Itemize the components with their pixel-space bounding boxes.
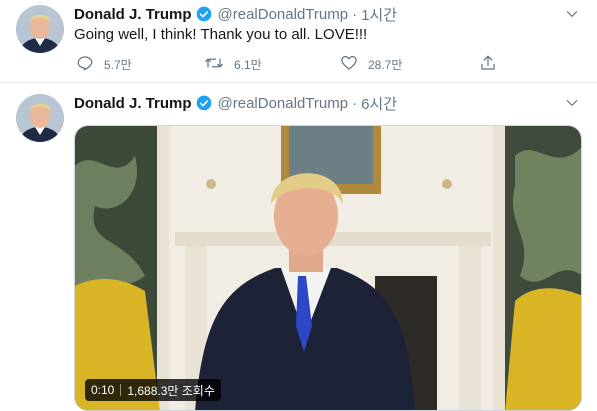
tweet-header: Donald J. Trump @realDonaldTrump · 6시간 (74, 92, 397, 114)
timestamp[interactable]: 6시간 (361, 93, 397, 114)
video-views: 1,688.3만 조회수 (127, 383, 215, 398)
chevron-down-icon[interactable] (563, 94, 581, 112)
tweet-actions: 5.7만 6.1만 28.7만 (74, 53, 514, 75)
like-icon (340, 54, 368, 75)
tweet-text: Going well, I think! Thank you to all. L… (74, 26, 368, 43)
author-handle[interactable]: @realDonaldTrump (218, 95, 349, 112)
separator-dot: · (352, 5, 358, 23)
badge-divider (120, 384, 122, 396)
retweet-icon (204, 54, 234, 75)
avatar[interactable] (16, 94, 64, 142)
video-duration: 0:10 (91, 383, 115, 397)
video-player[interactable]: 0:10 1,688.3만 조회수 (74, 125, 582, 411)
video-info-badge: 0:10 1,688.3만 조회수 (85, 379, 221, 401)
tweet-header: Donald J. Trump @realDonaldTrump · 1시간 (74, 3, 397, 25)
tweet[interactable]: Donald J. Trump @realDonaldTrump · 1시간 G… (0, 0, 597, 83)
like-button[interactable]: 28.7만 (340, 53, 402, 75)
tweet[interactable]: Donald J. Trump @realDonaldTrump · 6시간 0… (0, 83, 597, 411)
avatar[interactable] (16, 5, 64, 53)
reply-icon (76, 54, 104, 75)
share-button[interactable] (479, 53, 507, 75)
retweet-button[interactable]: 6.1만 (204, 53, 262, 75)
reply-button[interactable]: 5.7만 (76, 53, 132, 75)
separator-dot: · (352, 94, 358, 112)
verified-badge-icon (196, 6, 212, 22)
author-handle[interactable]: @realDonaldTrump (218, 6, 349, 23)
author-name[interactable]: Donald J. Trump (74, 6, 192, 23)
reply-count: 5.7만 (104, 57, 132, 72)
verified-badge-icon (196, 95, 212, 111)
like-count: 28.7만 (368, 57, 403, 72)
chevron-down-icon[interactable] (563, 5, 581, 23)
video-thumbnail (75, 126, 581, 410)
share-icon (479, 54, 507, 75)
retweet-count: 6.1만 (234, 57, 262, 72)
author-name[interactable]: Donald J. Trump (74, 95, 192, 112)
timestamp[interactable]: 1시간 (361, 4, 397, 25)
